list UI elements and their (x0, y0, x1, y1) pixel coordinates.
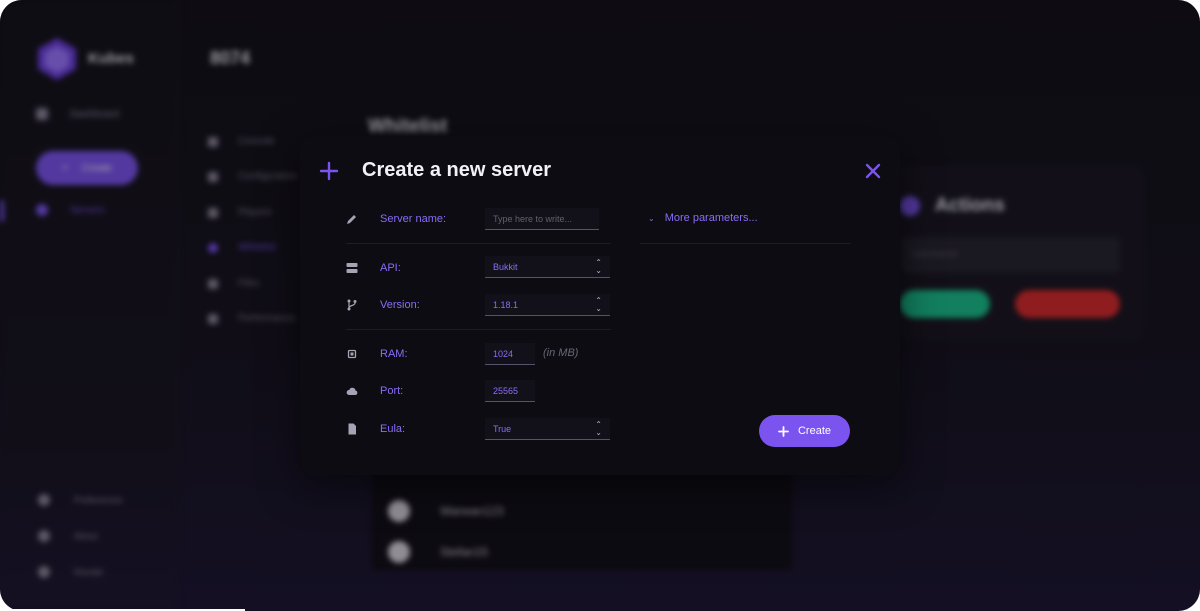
ram-label: RAM: (380, 348, 408, 360)
api-label: API: (380, 262, 401, 274)
document-icon (346, 423, 358, 435)
ram-input[interactable]: 1024 (485, 343, 535, 365)
app-window: Kubes Dashboard + Create Servers Prefere… (0, 0, 1200, 611)
ram-row: RAM: (346, 348, 408, 360)
port-row: Port: (346, 385, 403, 397)
divider (640, 243, 851, 244)
port-label: Port: (380, 385, 404, 397)
chevron-down-icon: ⌄ (648, 213, 655, 223)
plus-icon (319, 161, 339, 181)
eula-label: Eula: (380, 423, 406, 435)
server-name-row: Server name: (346, 213, 446, 225)
server-name-label: Server name: (380, 213, 447, 225)
branch-icon (346, 299, 358, 311)
eula-select[interactable]: True ⌃ ⌄ (485, 418, 610, 440)
port-input[interactable]: 25565 (485, 380, 535, 402)
api-row: API: (346, 262, 401, 274)
pencil-icon (346, 213, 358, 225)
eula-row: Eula: (346, 423, 405, 435)
divider (346, 243, 611, 244)
version-row: Version: (346, 299, 420, 311)
cloud-icon (346, 385, 358, 397)
create-server-modal: Create a new server Server name: Type he… (300, 136, 900, 475)
version-select[interactable]: 1.18.1 ⌃ ⌄ (485, 294, 610, 316)
select-caret-icon: ⌃ ⌄ (595, 257, 602, 275)
api-value: Bukkit (493, 261, 518, 272)
select-caret-icon: ⌃ ⌄ (595, 295, 602, 313)
create-server-button[interactable]: Create (759, 415, 850, 447)
server-name-input[interactable]: Type here to write... (485, 208, 599, 230)
ram-unit: (in MB) (543, 347, 579, 359)
server-icon (346, 262, 358, 274)
select-caret-icon: ⌃ ⌄ (595, 419, 602, 437)
version-value: 1.18.1 (493, 299, 519, 310)
divider (346, 329, 611, 330)
more-parameters-toggle[interactable]: ⌄ More parameters... (648, 212, 758, 224)
chip-icon (346, 348, 358, 360)
more-parameters-label: More parameters... (664, 212, 758, 224)
plus-icon (778, 425, 789, 437)
version-label: Version: (380, 299, 420, 311)
api-select[interactable]: Bukkit ⌃ ⌄ (485, 256, 610, 278)
create-label: Create (797, 425, 832, 437)
close-icon[interactable] (865, 163, 881, 179)
eula-value: True (493, 423, 512, 434)
modal-title: Create a new server (362, 159, 552, 181)
